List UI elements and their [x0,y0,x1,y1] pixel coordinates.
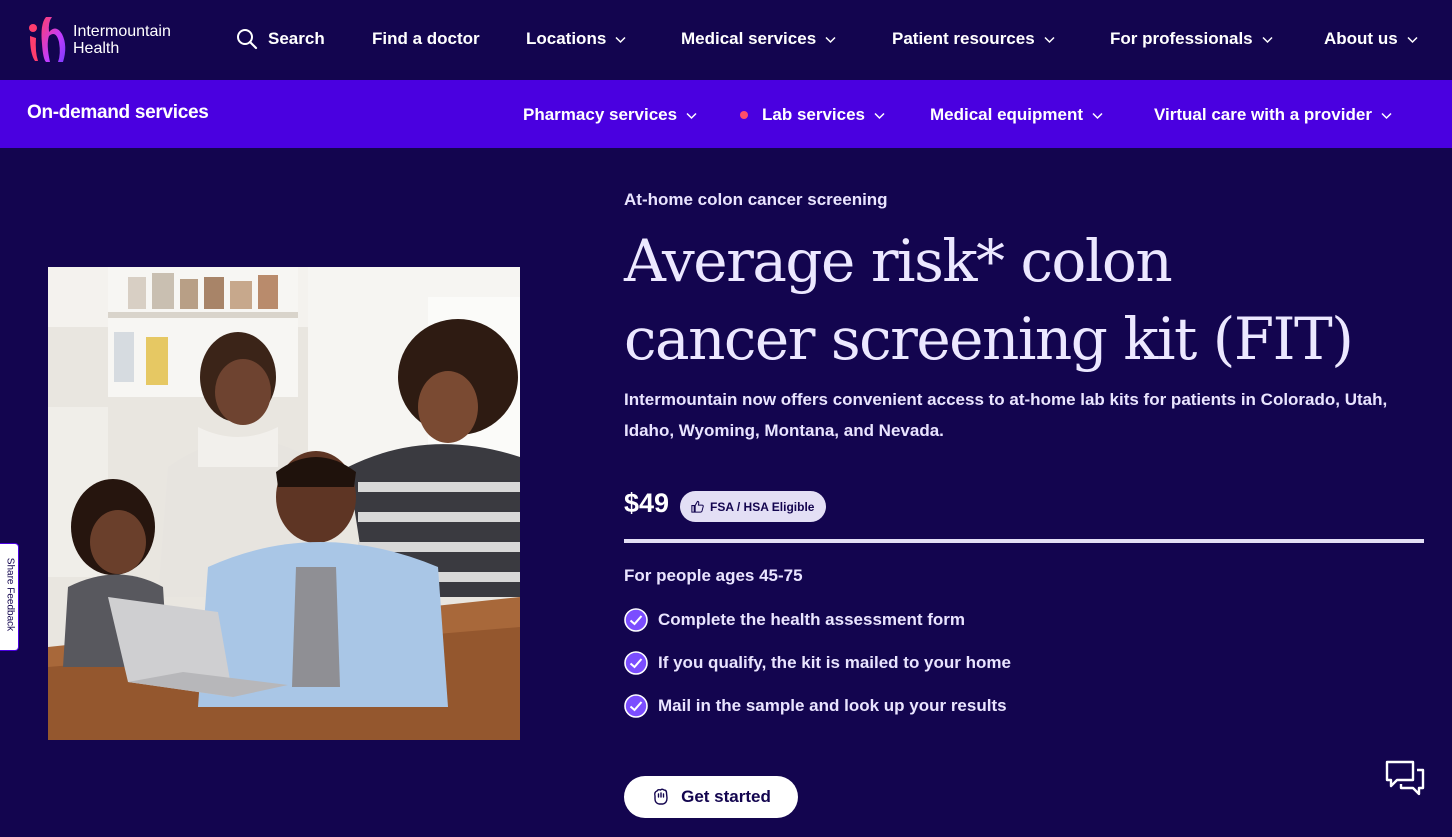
find-a-doctor-label: Find a doctor [372,29,480,48]
subnav-title[interactable]: On-demand services [27,102,209,124]
medical-equipment-menu[interactable]: Medical equipment [930,104,1104,126]
check-circle-icon [624,694,648,718]
pharmacy-services-menu[interactable]: Pharmacy services [523,104,698,126]
logo-name-line2: Health [73,40,120,57]
search-button[interactable]: Search [236,28,325,50]
page-title-line2: cancer screening kit (FIT) [624,305,1354,373]
search-icon [237,29,258,50]
patient-resources-menu[interactable]: Patient resources [892,28,1056,50]
eyebrow-text: At-home colon cancer screening [624,190,888,209]
logo-name-line1: Intermountain [73,23,171,40]
patient-resources-label: Patient resources [892,29,1035,48]
locations-label: Locations [526,29,607,48]
chat-icon[interactable] [1384,758,1426,798]
chevron-down-icon [1262,36,1273,43]
medical-services-menu[interactable]: Medical services [681,28,837,50]
family-laptop-photo [48,267,520,740]
top-navigation: Intermountain Health Search Find a docto… [0,0,1452,80]
chevron-down-icon [1407,36,1418,43]
check-circle-icon [624,608,648,632]
chevron-down-icon [874,112,885,119]
chevron-down-icon [1044,36,1055,43]
lab-services-menu[interactable]: Lab services [740,104,886,126]
fsa-hsa-label: FSA / HSA Eligible [710,499,815,514]
medical-services-label: Medical services [681,29,817,48]
virtual-care-menu[interactable]: Virtual care with a provider [1154,104,1393,126]
share-feedback-label: Share Feedback [4,557,16,632]
thumbs-up-icon [691,500,704,513]
step-label: If you qualify, the kit is mailed to you… [658,653,1011,672]
about-us-menu[interactable]: About us [1324,28,1419,50]
active-indicator-dot [740,111,748,119]
for-professionals-menu[interactable]: For professionals [1110,28,1274,50]
chevron-down-icon [1381,112,1392,119]
virtual-care-label: Virtual care with a provider [1154,105,1372,124]
fsa-hsa-badge: FSA / HSA Eligible [680,491,827,522]
page-title-line1: Average risk* colon [624,227,1173,295]
step-label: Mail in the sample and look up your resu… [658,696,1007,715]
get-started-label: Get started [681,787,771,806]
age-range-text: For people ages 45-75 [624,566,803,585]
hand-icon [654,788,668,805]
intermountain-logo-icon [29,17,66,62]
search-label: Search [268,29,325,48]
step-item: Mail in the sample and look up your resu… [624,693,1007,719]
for-professionals-label: For professionals [1110,29,1253,48]
divider [624,539,1424,543]
page-title: Average risk* colon cancer screening kit… [624,222,1404,378]
chevron-down-icon [686,112,697,119]
find-a-doctor-link[interactable]: Find a doctor [372,28,480,50]
product-description: Intermountain now offers convenient acce… [624,390,1388,440]
medical-equipment-label: Medical equipment [930,105,1084,124]
chevron-down-icon [1092,112,1103,119]
about-us-label: About us [1324,29,1398,48]
pharmacy-services-label: Pharmacy services [523,105,678,124]
lab-services-label: Lab services [762,105,866,124]
price: $49 [624,488,670,518]
check-circle-icon [624,651,648,675]
chevron-down-icon [615,36,626,43]
intermountain-logo[interactable]: Intermountain Health [26,14,171,66]
locations-menu[interactable]: Locations [526,28,627,50]
step-label: Complete the health assessment form [658,610,966,629]
chevron-down-icon [825,36,836,43]
on-demand-subnav: On-demand services Pharmacy services Lab… [0,80,1452,148]
step-item: If you qualify, the kit is mailed to you… [624,650,1011,676]
get-started-button[interactable]: Get started [624,776,798,818]
step-item: Complete the health assessment form [624,607,965,633]
share-feedback-tab[interactable]: Share Feedback [0,543,19,651]
